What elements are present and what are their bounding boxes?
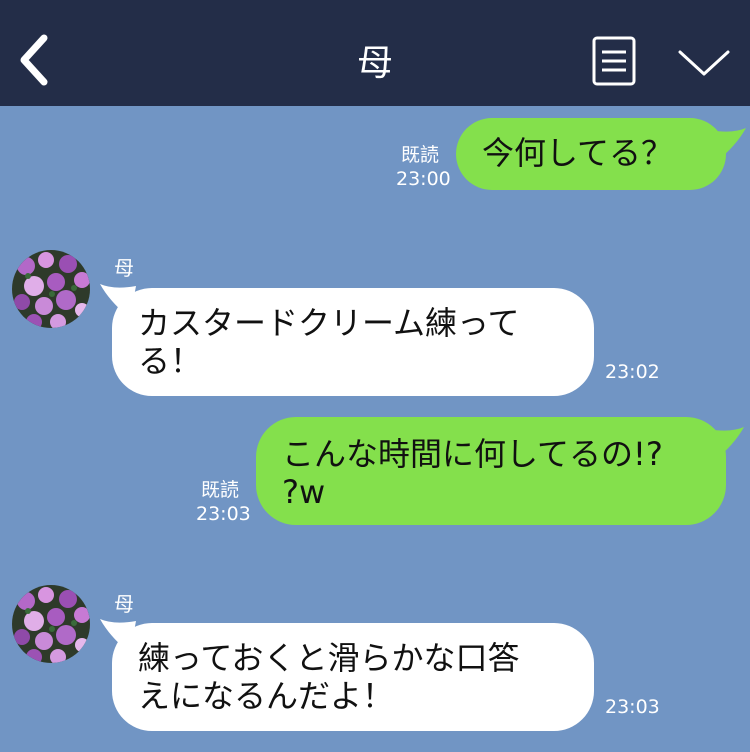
message-text: 今何してる？ xyxy=(482,134,674,172)
dropdown-button[interactable] xyxy=(676,44,732,82)
chat-header: 母 xyxy=(0,0,750,106)
message-bubble[interactable]: カスタードクリーム練って る！ xyxy=(112,288,594,396)
message-text-line: こんな時間に何してるの!? xyxy=(282,435,663,473)
message-time: 23:02 xyxy=(605,361,660,383)
sender-name: 母 xyxy=(114,592,134,616)
message-text-line: 練っておくと滑らかな口答 xyxy=(138,639,520,677)
message-time: 23:00 xyxy=(396,168,451,190)
message-bubble[interactable]: 練っておくと滑らかな口答 えになるんだよ！ xyxy=(112,623,594,731)
message-time: 23:03 xyxy=(196,503,251,525)
message-bubble[interactable]: 今何してる？ xyxy=(456,118,726,190)
message-text-line: カスタードクリーム練って xyxy=(138,304,520,342)
menu-button[interactable] xyxy=(592,36,636,86)
message-text-line: ?w xyxy=(282,473,326,511)
chevron-down-icon xyxy=(678,50,730,76)
sender-name: 母 xyxy=(114,256,134,280)
read-receipt: 既読 xyxy=(200,479,239,501)
message-text-line: る！ xyxy=(138,342,203,380)
avatar[interactable] xyxy=(12,585,90,663)
avatar-image xyxy=(12,585,90,663)
message-bubble[interactable]: こんな時間に何してるの!? ?w xyxy=(256,417,726,525)
message-time: 23:03 xyxy=(605,696,660,718)
avatar[interactable] xyxy=(12,250,90,328)
message-text-line: えになるんだよ！ xyxy=(138,677,395,715)
avatar-image xyxy=(12,250,90,328)
list-icon xyxy=(592,36,636,86)
chat-title: 母 xyxy=(356,43,393,84)
read-receipt: 既読 xyxy=(400,144,439,166)
